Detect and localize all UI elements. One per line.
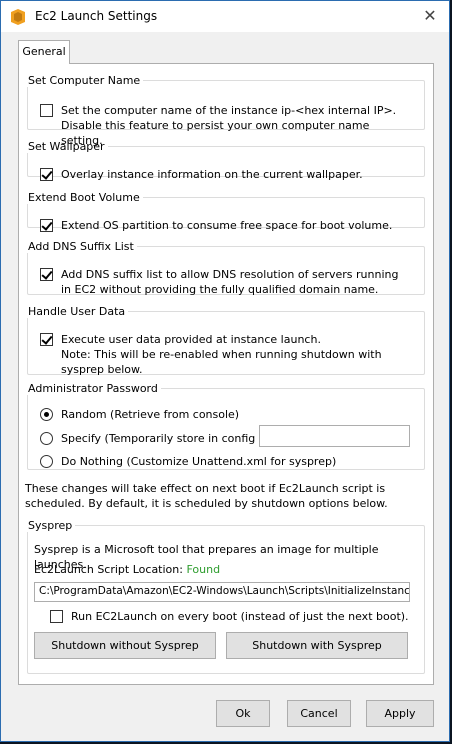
window-title: Ec2 Launch Settings xyxy=(35,9,158,23)
dns-suffix-group: Add DNS Suffix List Add DNS suffix list … xyxy=(27,240,425,296)
computer-name-legend: Set Computer Name xyxy=(28,74,141,87)
every-boot-label: Run EC2Launch on every boot (instead of … xyxy=(71,610,409,623)
admin-password-group: Administrator Password Random (Retrieve … xyxy=(27,382,425,470)
computer-name-checkbox[interactable] xyxy=(40,104,53,117)
script-location-status: Found xyxy=(186,563,221,576)
user-data-label: Execute user data provided at instance l… xyxy=(61,333,321,346)
password-nothing-label: Do Nothing (Customize Unattend.xml for s… xyxy=(61,455,337,468)
shutdown-with-sysprep-button[interactable]: Shutdown with Sysprep xyxy=(226,632,408,659)
ec2-app-icon xyxy=(11,9,25,25)
apply-button[interactable]: Apply xyxy=(366,700,434,727)
password-nothing-radio[interactable] xyxy=(40,455,53,468)
general-tab-panel: Set Computer Name Set the computer name … xyxy=(18,63,434,685)
dns-suffix-legend: Add DNS Suffix List xyxy=(28,240,134,253)
boot-volume-group: Extend Boot Volume Extend OS partition t… xyxy=(27,191,425,232)
dns-suffix-checkbox[interactable] xyxy=(40,268,53,281)
close-icon[interactable]: ✕ xyxy=(421,7,439,25)
shutdown-without-sysprep-button[interactable]: Shutdown without Sysprep xyxy=(34,632,216,659)
user-data-checkbox[interactable] xyxy=(40,333,53,346)
schedule-notice: These changes will take effect on next b… xyxy=(25,482,388,510)
password-random-radio[interactable] xyxy=(40,408,53,421)
cancel-button[interactable]: Cancel xyxy=(287,700,351,727)
sysprep-legend: Sysprep xyxy=(28,519,73,532)
boot-volume-checkbox[interactable] xyxy=(40,219,53,232)
computer-name-group: Set Computer Name Set the computer name … xyxy=(27,74,425,147)
wallpaper-label: Overlay instance information on the curr… xyxy=(61,168,363,181)
user-data-legend: Handle User Data xyxy=(28,305,126,318)
password-specify-radio[interactable] xyxy=(40,432,53,445)
ok-button[interactable]: Ok xyxy=(216,700,270,727)
admin-password-legend: Administrator Password xyxy=(28,382,158,395)
wallpaper-checkbox[interactable] xyxy=(40,168,53,181)
user-data-note: Note: This will be re-enabled when runni… xyxy=(61,348,382,376)
sysprep-group: Sysprep Sysprep is a Microsoft tool that… xyxy=(27,519,425,674)
user-data-group: Handle User Data Execute user data provi… xyxy=(27,305,425,376)
script-path-field[interactable]: C:\ProgramData\Amazon\EC2-Windows\Launch… xyxy=(34,582,410,602)
wallpaper-group: Set Wallpaper Overlay instance informati… xyxy=(27,140,425,181)
script-location-label: Ec2Launch Script Location: xyxy=(34,563,183,576)
boot-volume-legend: Extend Boot Volume xyxy=(28,191,140,204)
password-input[interactable] xyxy=(259,425,410,447)
boot-volume-label: Extend OS partition to consume free spac… xyxy=(61,219,393,232)
tab-general[interactable]: General xyxy=(18,40,70,64)
title-bar: Ec2 Launch Settings ✕ xyxy=(1,1,449,32)
settings-window: Ec2 Launch Settings ✕ General Set Comput… xyxy=(0,0,450,742)
dns-suffix-label: Add DNS suffix list to allow DNS resolut… xyxy=(61,268,399,296)
wallpaper-legend: Set Wallpaper xyxy=(28,140,105,153)
password-random-label: Random (Retrieve from console) xyxy=(61,408,240,421)
every-boot-checkbox[interactable] xyxy=(50,610,63,623)
password-specify-label: Specify (Temporarily store in config fil… xyxy=(61,432,280,445)
